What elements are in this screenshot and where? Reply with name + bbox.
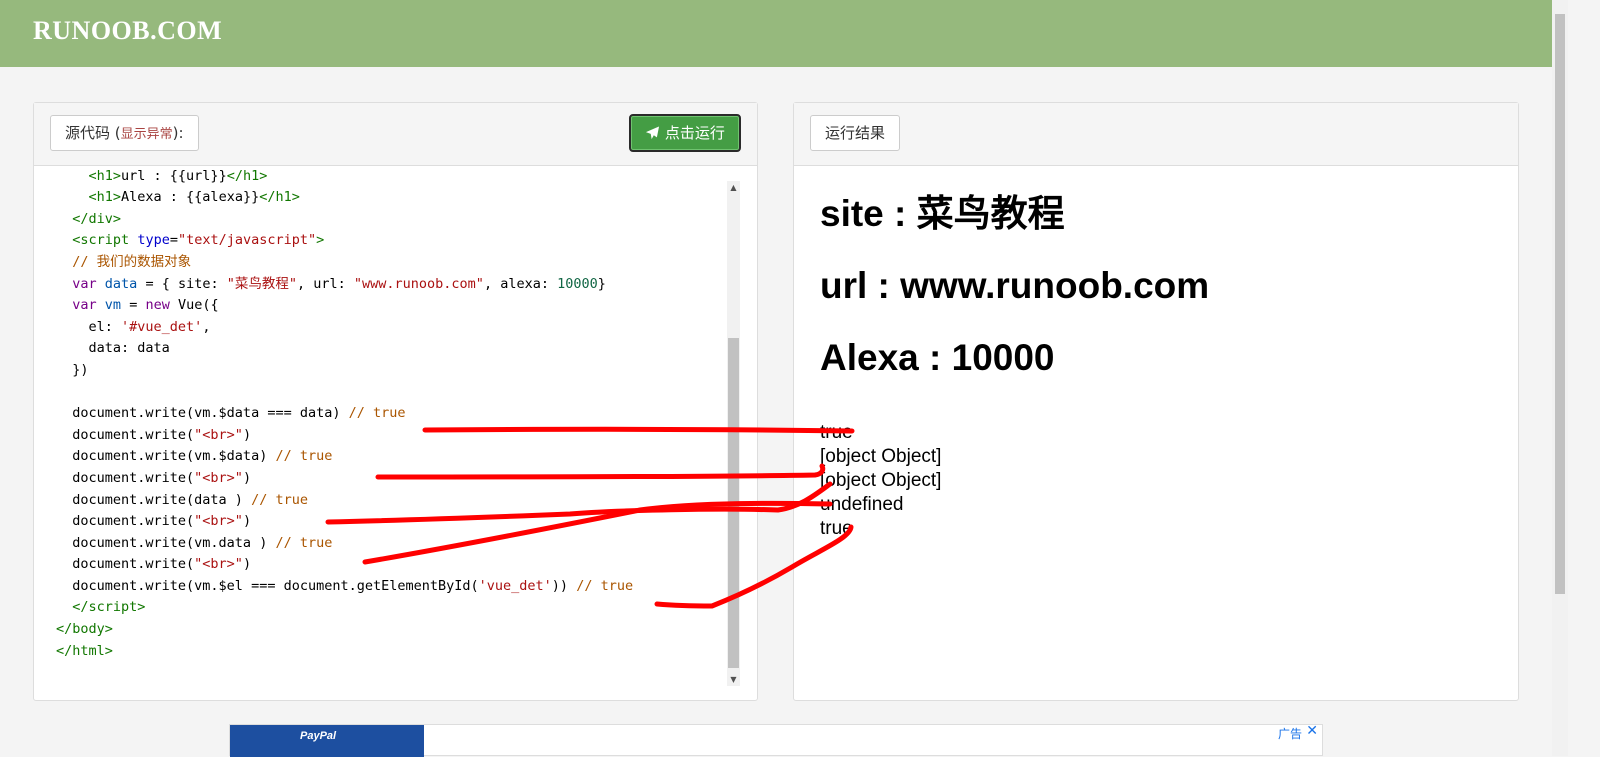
page-scrollbar[interactable] [1552, 0, 1568, 756]
site-logo[interactable]: RUNOOB.COM [33, 16, 222, 46]
site-header: RUNOOB.COM [0, 0, 1552, 67]
result-line: undefined [820, 494, 904, 515]
ad-label: 广告 [1277, 727, 1302, 741]
result-heading-url: url : www.runoob.com [820, 265, 1210, 306]
run-label: 点击运行 [664, 124, 725, 142]
result-panel: 运行结果 site : 菜鸟教程 url : www.runoob.com Al… [793, 102, 1519, 701]
paypal-ad-image[interactable]: PayPal [230, 725, 424, 757]
scroll-up-arrow-icon[interactable]: ▲ [727, 181, 740, 194]
code-scroll-thumb[interactable] [728, 338, 739, 668]
code-scrollbar[interactable]: ▲ ▼ [727, 181, 740, 686]
result-line: true [820, 422, 853, 443]
code-editor[interactable]: <h1>site : {{site}}</h1> <h1>url : {{url… [34, 166, 757, 701]
run-result-button[interactable]: 运行结果 [810, 115, 901, 151]
show-error-link[interactable]: 显示异常 [121, 127, 173, 142]
result-line: [object Object] [820, 470, 942, 491]
paypal-logo: PayPal [300, 730, 337, 742]
result-line: true [820, 518, 853, 539]
code-panel-header: 源代码 (显示异常): 点击运行 [34, 103, 757, 166]
page-scroll-thumb[interactable] [1555, 14, 1565, 594]
source-code-button[interactable]: 源代码 (显示异常): [50, 115, 199, 151]
result-heading-site: site : 菜鸟教程 [820, 193, 1065, 234]
close-icon[interactable]: ✕ [1306, 723, 1318, 739]
result-lines: true [object Object] [object Object] und… [820, 421, 1120, 541]
result-output: site : 菜鸟教程 url : www.runoob.com Alexa :… [820, 193, 1210, 540]
paper-plane-icon [645, 124, 665, 142]
scroll-down-arrow-icon[interactable]: ▼ [727, 673, 740, 686]
code-panel: 源代码 (显示异常): 点击运行 <h1>site : {{site}}</h1… [33, 102, 758, 701]
source-code-label: 源代码 [65, 124, 111, 142]
result-line: [object Object] [820, 446, 942, 467]
result-panel-header: 运行结果 [794, 103, 1518, 166]
ad-banner[interactable]: PayPal 广告 ✕ [229, 723, 1323, 757]
result-heading-alexa: Alexa : 10000 [820, 337, 1055, 378]
code-text[interactable]: <h1>site : {{site}}</h1> <h1>url : {{url… [56, 166, 633, 662]
run-button[interactable]: 点击运行 [629, 114, 741, 152]
